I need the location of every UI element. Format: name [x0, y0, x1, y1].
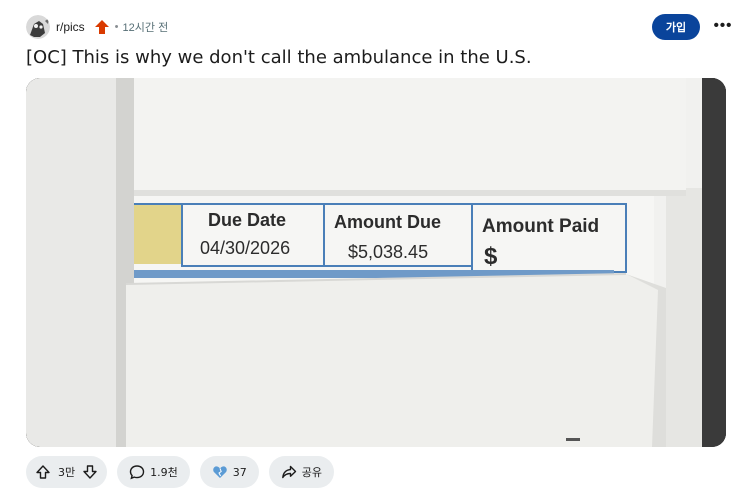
join-button[interactable]: 가입 [652, 14, 700, 40]
bill-due-date-value: 04/30/2026 [200, 238, 290, 258]
share-arrow-icon [281, 464, 297, 480]
award-heart-icon [212, 464, 228, 480]
post-image[interactable]: Due Date 04/30/2026 Amount Due $5,038.45… [26, 78, 726, 447]
award-button[interactable]: 37 [199, 456, 259, 488]
vote-count: 3만 [58, 466, 76, 479]
post-title[interactable]: [OC] This is why we don't call the ambul… [26, 46, 736, 70]
meta-separator: • [114, 21, 119, 33]
post-timestamp: 12시간 전 [122, 22, 169, 34]
bill-amount-due-header: Amount Due [334, 212, 441, 232]
downvote-arrow-icon[interactable] [81, 463, 99, 481]
subreddit-name[interactable]: r/pics [56, 20, 85, 34]
bill-photo: Due Date 04/30/2026 Amount Due $5,038.45… [26, 78, 726, 447]
vote-control: 3만 [26, 456, 108, 488]
subreddit-avatar[interactable] [26, 15, 50, 39]
more-options-icon[interactable]: ••• [710, 14, 736, 40]
post-action-bar: 3만 1.9천 37 공유 [26, 456, 344, 488]
comment-count: 1.9천 [150, 466, 178, 479]
comment-bubble-icon [129, 464, 145, 480]
post-header: r/pics • 12시간 전 가입 ••• [26, 14, 736, 40]
bill-due-date-header: Due Date [208, 210, 286, 230]
share-label: 공유 [301, 466, 322, 479]
bill-amount-paid-symbol: $ [484, 243, 498, 270]
trending-up-arrow-icon [94, 19, 110, 35]
bill-amount-due-value: $5,038.45 [348, 242, 428, 262]
reddit-post-card: r/pics • 12시간 전 가입 ••• [OC] This is why … [0, 0, 752, 493]
upvote-arrow-icon[interactable] [34, 463, 52, 481]
bill-amount-paid-header: Amount Paid [482, 216, 599, 237]
award-count: 37 [232, 465, 247, 479]
share-button[interactable]: 공유 [268, 456, 334, 488]
comments-button[interactable]: 1.9천 [117, 456, 190, 488]
